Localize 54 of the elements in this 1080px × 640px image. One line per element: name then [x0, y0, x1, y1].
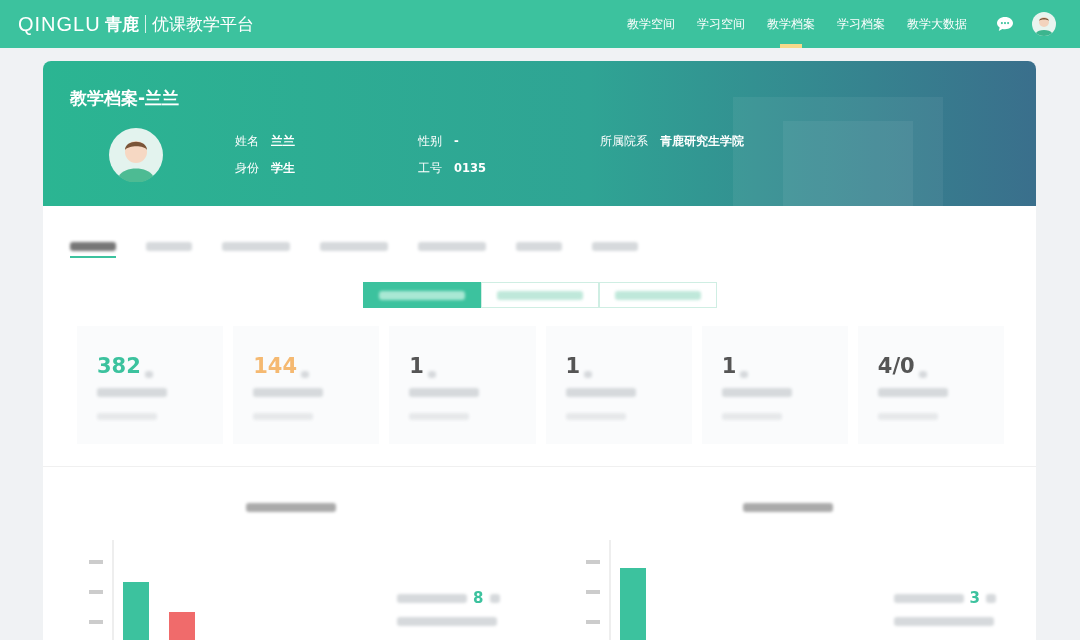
blurred-tick-label — [89, 620, 103, 624]
stat-value: 1 — [721, 354, 737, 378]
blurred-text — [144, 371, 153, 378]
stat-value: 4/0 — [877, 354, 915, 378]
stat-value: 382 — [97, 354, 141, 378]
nav-item[interactable]: 学习空间 — [686, 0, 756, 48]
nav-item[interactable]: 教学档案 — [756, 0, 826, 48]
blurred-text — [427, 371, 436, 378]
blurred-tick-label — [585, 590, 600, 594]
logo-text: QINGLU — [18, 12, 101, 36]
field-value: 0135 — [454, 161, 486, 176]
logo-text: 青鹿 — [104, 12, 139, 36]
chart-bar — [169, 612, 195, 640]
chat-icon[interactable] — [996, 16, 1014, 32]
blurred-text — [893, 593, 964, 603]
field-label: 身份 — [235, 161, 259, 176]
blurred-tick-label — [585, 620, 600, 624]
blurred-tick-label — [89, 590, 103, 594]
chart-bar — [619, 568, 646, 640]
field-label: 工号 — [418, 161, 442, 176]
rank-value: 3 — [969, 589, 980, 607]
stat-value: 144 — [253, 354, 297, 378]
field-label: 姓名 — [235, 134, 259, 149]
rank-value: 8 — [473, 589, 484, 607]
blurred-tick-label — [89, 560, 103, 564]
nav-item[interactable]: 教学空间 — [616, 0, 686, 48]
blurred-text — [253, 388, 324, 397]
nav-item[interactable]: 教学大数据 — [896, 0, 978, 48]
blurred-text — [301, 371, 309, 378]
segment-button[interactable] — [362, 282, 481, 308]
blurred-text — [97, 388, 167, 397]
nav-item[interactable]: 学习档案 — [826, 0, 896, 48]
blurred-text — [721, 388, 792, 397]
blurred-text — [918, 371, 927, 378]
stat-value: 1 — [565, 354, 581, 378]
field-value: 兰兰 — [271, 134, 295, 149]
product-name: 优课教学平台 — [151, 12, 254, 36]
blurred-text — [409, 388, 480, 397]
field-value: - — [454, 134, 459, 149]
blurred-text — [584, 371, 593, 378]
chart-bar — [123, 582, 149, 640]
blurred-tick-label — [585, 560, 600, 564]
blurred-text — [877, 388, 948, 397]
profile-title: 教学档案-兰兰 — [70, 87, 181, 110]
blurred-text — [740, 371, 749, 378]
field-label: 性别 — [418, 134, 442, 149]
blurred-text — [489, 593, 500, 603]
blurred-text — [565, 388, 636, 397]
stat-value: 1 — [409, 354, 424, 378]
avatar-icon — [109, 128, 163, 182]
field-label: 所属院系 — [600, 134, 648, 149]
blurred-text — [986, 593, 996, 603]
avatar-icon[interactable] — [1032, 12, 1056, 36]
blurred-text — [397, 593, 468, 603]
